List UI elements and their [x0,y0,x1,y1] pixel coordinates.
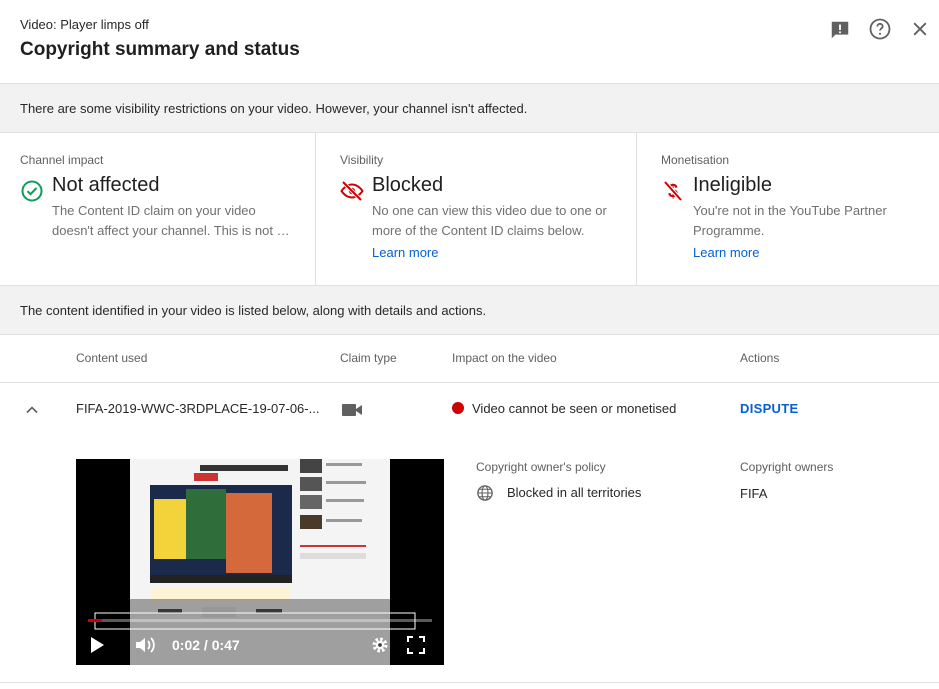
column-header-actions: Actions [740,351,780,365]
channel-impact-desc-line1: The Content ID claim on your video [52,203,256,218]
video-camera-icon [341,401,363,424]
column-header-claim-type: Claim type [340,351,397,365]
monetisation-desc-line2: Programme. [693,223,765,238]
settings-gear-icon[interactable] [370,635,390,655]
dispute-button[interactable]: DISPUTE [740,401,798,416]
video-player[interactable]: 0:02 / 0:47 [76,459,444,665]
close-icon[interactable] [907,16,933,42]
table-header-divider [0,382,939,383]
channel-impact-value: Not affected [52,174,160,196]
visibility-banner: There are some visibility restrictions o… [0,83,939,133]
time-display: 0:02 / 0:47 [172,637,240,653]
visibility-value: Blocked [372,174,444,196]
page-title: Copyright summary and status [20,39,300,60]
card-divider [636,133,637,285]
visibility-card: Visibility Blocked No one can view this … [340,133,630,285]
content-identified-text: The content identified in your video is … [20,302,487,318]
help-icon[interactable] [867,16,893,42]
visibility-desc-line1: No one can view this video due to one or [372,203,607,218]
play-icon[interactable] [88,635,106,655]
row-bottom-divider [0,682,939,683]
impact-status-dot [452,402,464,414]
impact-cell: Video cannot be seen or monetised [472,401,677,416]
visibility-label: Visibility [340,153,384,167]
channel-impact-desc-line2: doesn't affect your channel. This is not… [52,223,290,238]
monetisation-label: Monetisation [661,153,730,167]
channel-impact-card: Channel impact Not affected The Content … [20,133,310,285]
content-identified-banner: The content identified in your video is … [0,285,939,335]
money-off-icon: $ [663,180,683,202]
visibility-desc-line2: more of the Content ID claims below. [372,223,585,238]
policy-value: Blocked in all territories [507,485,642,500]
monetisation-value: Ineligible [693,174,772,196]
channel-impact-label: Channel impact [20,153,104,167]
video-title-subtitle: Video: Player limps off [20,17,149,32]
fullscreen-icon[interactable] [407,636,425,654]
owners-value: FIFA [740,486,768,501]
visibility-learn-more-link[interactable]: Learn more [372,245,438,260]
volume-icon[interactable] [134,635,158,655]
check-circle-icon [21,180,43,202]
feedback-icon[interactable] [827,17,853,43]
progress-fill [88,619,102,622]
visibility-banner-text: There are some visibility restrictions o… [20,100,528,116]
content-used-cell: FIFA-2019-WWC-3RDPLACE-19-07-06-... [76,401,320,416]
eye-off-icon [340,180,364,202]
monetisation-card: Monetisation $ Ineligible You're not in … [661,133,939,285]
progress-track[interactable] [88,619,432,622]
policy-label: Copyright owner's policy [476,460,606,474]
globe-icon [476,484,494,507]
owners-label: Copyright owners [740,460,834,474]
collapse-row-chevron-icon[interactable] [22,400,42,420]
monetisation-learn-more-link[interactable]: Learn more [693,245,759,260]
card-divider [315,133,316,285]
column-header-content-used: Content used [76,351,148,365]
column-header-impact: Impact on the video [452,351,557,365]
monetisation-desc-line1: You're not in the YouTube Partner [693,203,887,218]
